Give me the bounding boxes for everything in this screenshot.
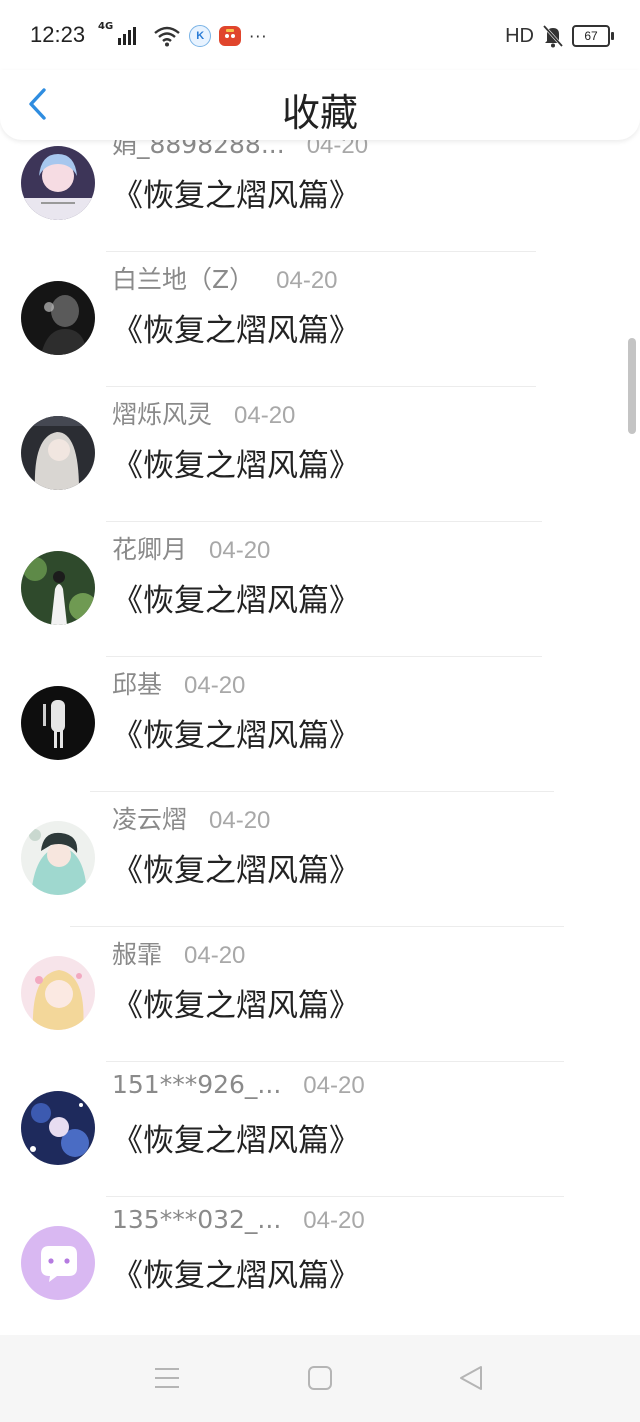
date: 04-20 [184,942,246,969]
status-bar: 12:23 4G K ··· HD 67 [0,0,640,72]
scrollbar[interactable] [628,338,636,434]
item-title: 《恢复之熠风篇》 [112,313,360,349]
favorites-list: 娟_8898288... 04-20 《恢复之熠风篇》 白兰地（Z） 04-20… [0,140,640,1335]
menu-icon [155,1368,179,1388]
item-meta: 熠烁风灵 04-20 [112,395,295,429]
date: 04-20 [209,537,271,564]
item-title: 《恢复之熠风篇》 [112,988,360,1024]
list-item[interactable]: 凌云熠 04-20 《恢复之熠风篇》 [0,797,640,932]
item-title: 《恢复之熠风篇》 [112,583,360,619]
list-item[interactable]: 151***926_... 04-20 《恢复之熠风篇》 [0,1067,640,1202]
item-title: 《恢复之熠风篇》 [112,853,360,889]
item-title: 《恢复之熠风篇》 [112,1123,360,1159]
date: 04-20 [276,267,338,294]
hd-label: HD [505,24,534,47]
username: 邱基 [112,670,163,699]
home-button[interactable] [305,1363,335,1393]
status-icons-right: HD 67 [505,22,614,50]
more-notifications-icon: ··· [249,26,268,46]
item-title: 《恢复之熠风篇》 [112,1258,360,1294]
avatar [21,551,95,625]
divider [106,1061,564,1062]
avatar [21,281,95,355]
date: 04-20 [209,807,271,834]
avatar [21,686,95,760]
home-square-icon [308,1366,332,1390]
username: 赧霏 [112,940,163,969]
battery-indicator: 67 [572,25,614,47]
divider [106,386,536,387]
item-meta: 娟_8898288... 04-20 [112,140,368,159]
page-title: 收藏 [281,91,358,135]
back-triangle-icon [460,1366,482,1390]
item-title: 《恢复之熠风篇》 [112,448,360,484]
avatar [21,1091,95,1165]
list-item[interactable]: 娟_8898288... 04-20 《恢复之熠风篇》 [0,140,640,257]
divider [106,656,542,657]
list-item[interactable]: 花卿月 04-20 《恢复之熠风篇》 [0,527,640,662]
red-app-icon [219,26,242,46]
default-avatar-icon [21,1226,95,1300]
username: 娟_8898288... [112,140,285,159]
signal-icon [118,27,137,45]
wifi-icon [154,26,180,47]
divider [70,926,564,927]
date: 04-20 [184,672,246,699]
avatar [21,416,95,490]
list-item[interactable]: 邱基 04-20 《恢复之熠风篇》 [0,662,640,797]
avatar [21,1226,95,1300]
item-meta: 白兰地（Z） 04-20 [112,260,338,294]
item-meta: 135***032_... 04-20 [112,1205,365,1235]
item-meta: 赧霏 04-20 [112,935,245,969]
username: 135***032_... [112,1205,282,1234]
list-item[interactable]: 135***032_... 04-20 《恢复之熠风篇》 [0,1202,640,1335]
item-meta: 151***926_... 04-20 [112,1070,365,1100]
status-icons-left: 4G K ··· [98,22,267,50]
username: 151***926_... [112,1070,282,1099]
username: 花卿月 [112,535,188,564]
date: 04-20 [234,402,296,429]
item-meta: 邱基 04-20 [112,665,245,699]
divider [106,1196,564,1197]
date: 04-20 [303,1207,365,1234]
username: 熠烁风灵 [112,400,213,429]
header: 收藏 [0,70,640,140]
list-item[interactable]: 赧霏 04-20 《恢复之熠风篇》 [0,932,640,1067]
username: 白兰地（Z） [112,265,255,294]
divider [106,521,542,522]
date: 04-20 [306,140,369,159]
menu-button[interactable] [152,1363,182,1393]
username: 凌云熠 [112,805,188,834]
system-nav-bar [0,1335,640,1422]
item-meta: 花卿月 04-20 [112,530,270,564]
bell-muted-icon [542,24,564,48]
item-title: 《恢复之熠风篇》 [112,178,360,214]
avatar [21,956,95,1030]
back-nav-button[interactable] [456,1363,486,1393]
date: 04-20 [303,1072,365,1099]
list-item[interactable]: 白兰地（Z） 04-20 《恢复之熠风篇》 [0,257,640,392]
list-item[interactable]: 熠烁风灵 04-20 《恢复之熠风篇》 [0,392,640,527]
divider [106,251,536,252]
item-meta: 凌云熠 04-20 [112,800,270,834]
avatar [21,821,95,895]
k-app-icon: K [189,25,212,47]
network-type-label: 4G [98,21,114,32]
status-time: 12:23 [30,22,86,47]
avatar [21,146,95,220]
divider [90,791,554,792]
item-title: 《恢复之熠风篇》 [112,718,360,754]
